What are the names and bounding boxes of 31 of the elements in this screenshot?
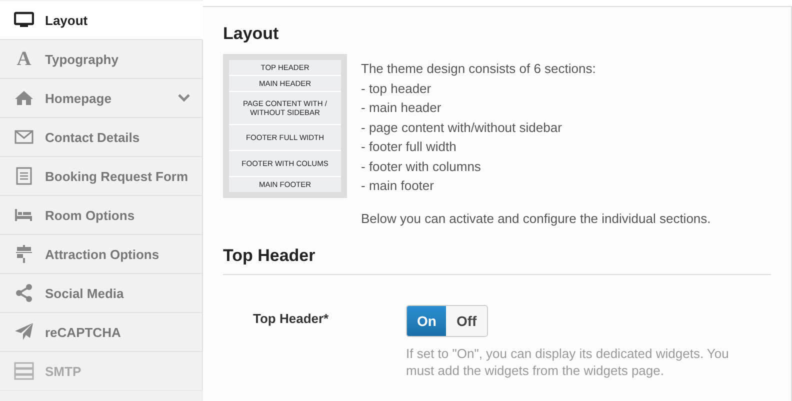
list-item: - footer full width bbox=[361, 138, 458, 156]
sidebar-item[interactable]: Homepage bbox=[0, 79, 203, 118]
section-title: Top Header bbox=[223, 246, 771, 275]
list-item: - page content with/without sidebar bbox=[361, 118, 563, 137]
toggle-option[interactable]: Off bbox=[446, 306, 487, 336]
server-icon bbox=[14, 361, 34, 381]
help-text: If set to "On", you can display its dedicated widgets. You bbox=[406, 345, 729, 362]
paper-plane-icon bbox=[14, 322, 34, 342]
list-item: - top header bbox=[361, 80, 432, 98]
list-item: - main footer bbox=[361, 177, 435, 195]
form-icon bbox=[14, 166, 34, 186]
toggle-option[interactable]: On bbox=[407, 306, 446, 336]
letter-icon: A bbox=[14, 49, 34, 69]
intro-text: The theme design consists of 6 sections: bbox=[361, 60, 597, 78]
home-icon bbox=[14, 88, 34, 108]
share-icon bbox=[14, 283, 34, 303]
section-title: Layout bbox=[223, 24, 280, 45]
signpost-icon bbox=[14, 244, 34, 264]
monitor-icon bbox=[14, 10, 34, 30]
list-item: - main header bbox=[361, 99, 442, 117]
sidebar-item[interactable]: Layout bbox=[0, 1, 203, 40]
sidebar-item[interactable]: Room Options bbox=[0, 196, 203, 235]
sidebar-item[interactable]: SMTP bbox=[0, 352, 203, 391]
sidebar-item[interactable]: Attraction Options bbox=[0, 235, 203, 274]
note-text: Below you can activate and configure the individual sections. bbox=[361, 210, 711, 228]
help-text: must add the widgets from the widgets page. bbox=[406, 362, 665, 379]
chevron-down-icon[interactable] bbox=[178, 94, 190, 102]
list-item: - footer with columns bbox=[361, 158, 482, 176]
field-label: Top Header* bbox=[252, 310, 330, 328]
sidebar-item[interactable]: Contact Details bbox=[0, 118, 203, 157]
sidebar-item[interactable]: Booking Request Form bbox=[0, 157, 203, 196]
